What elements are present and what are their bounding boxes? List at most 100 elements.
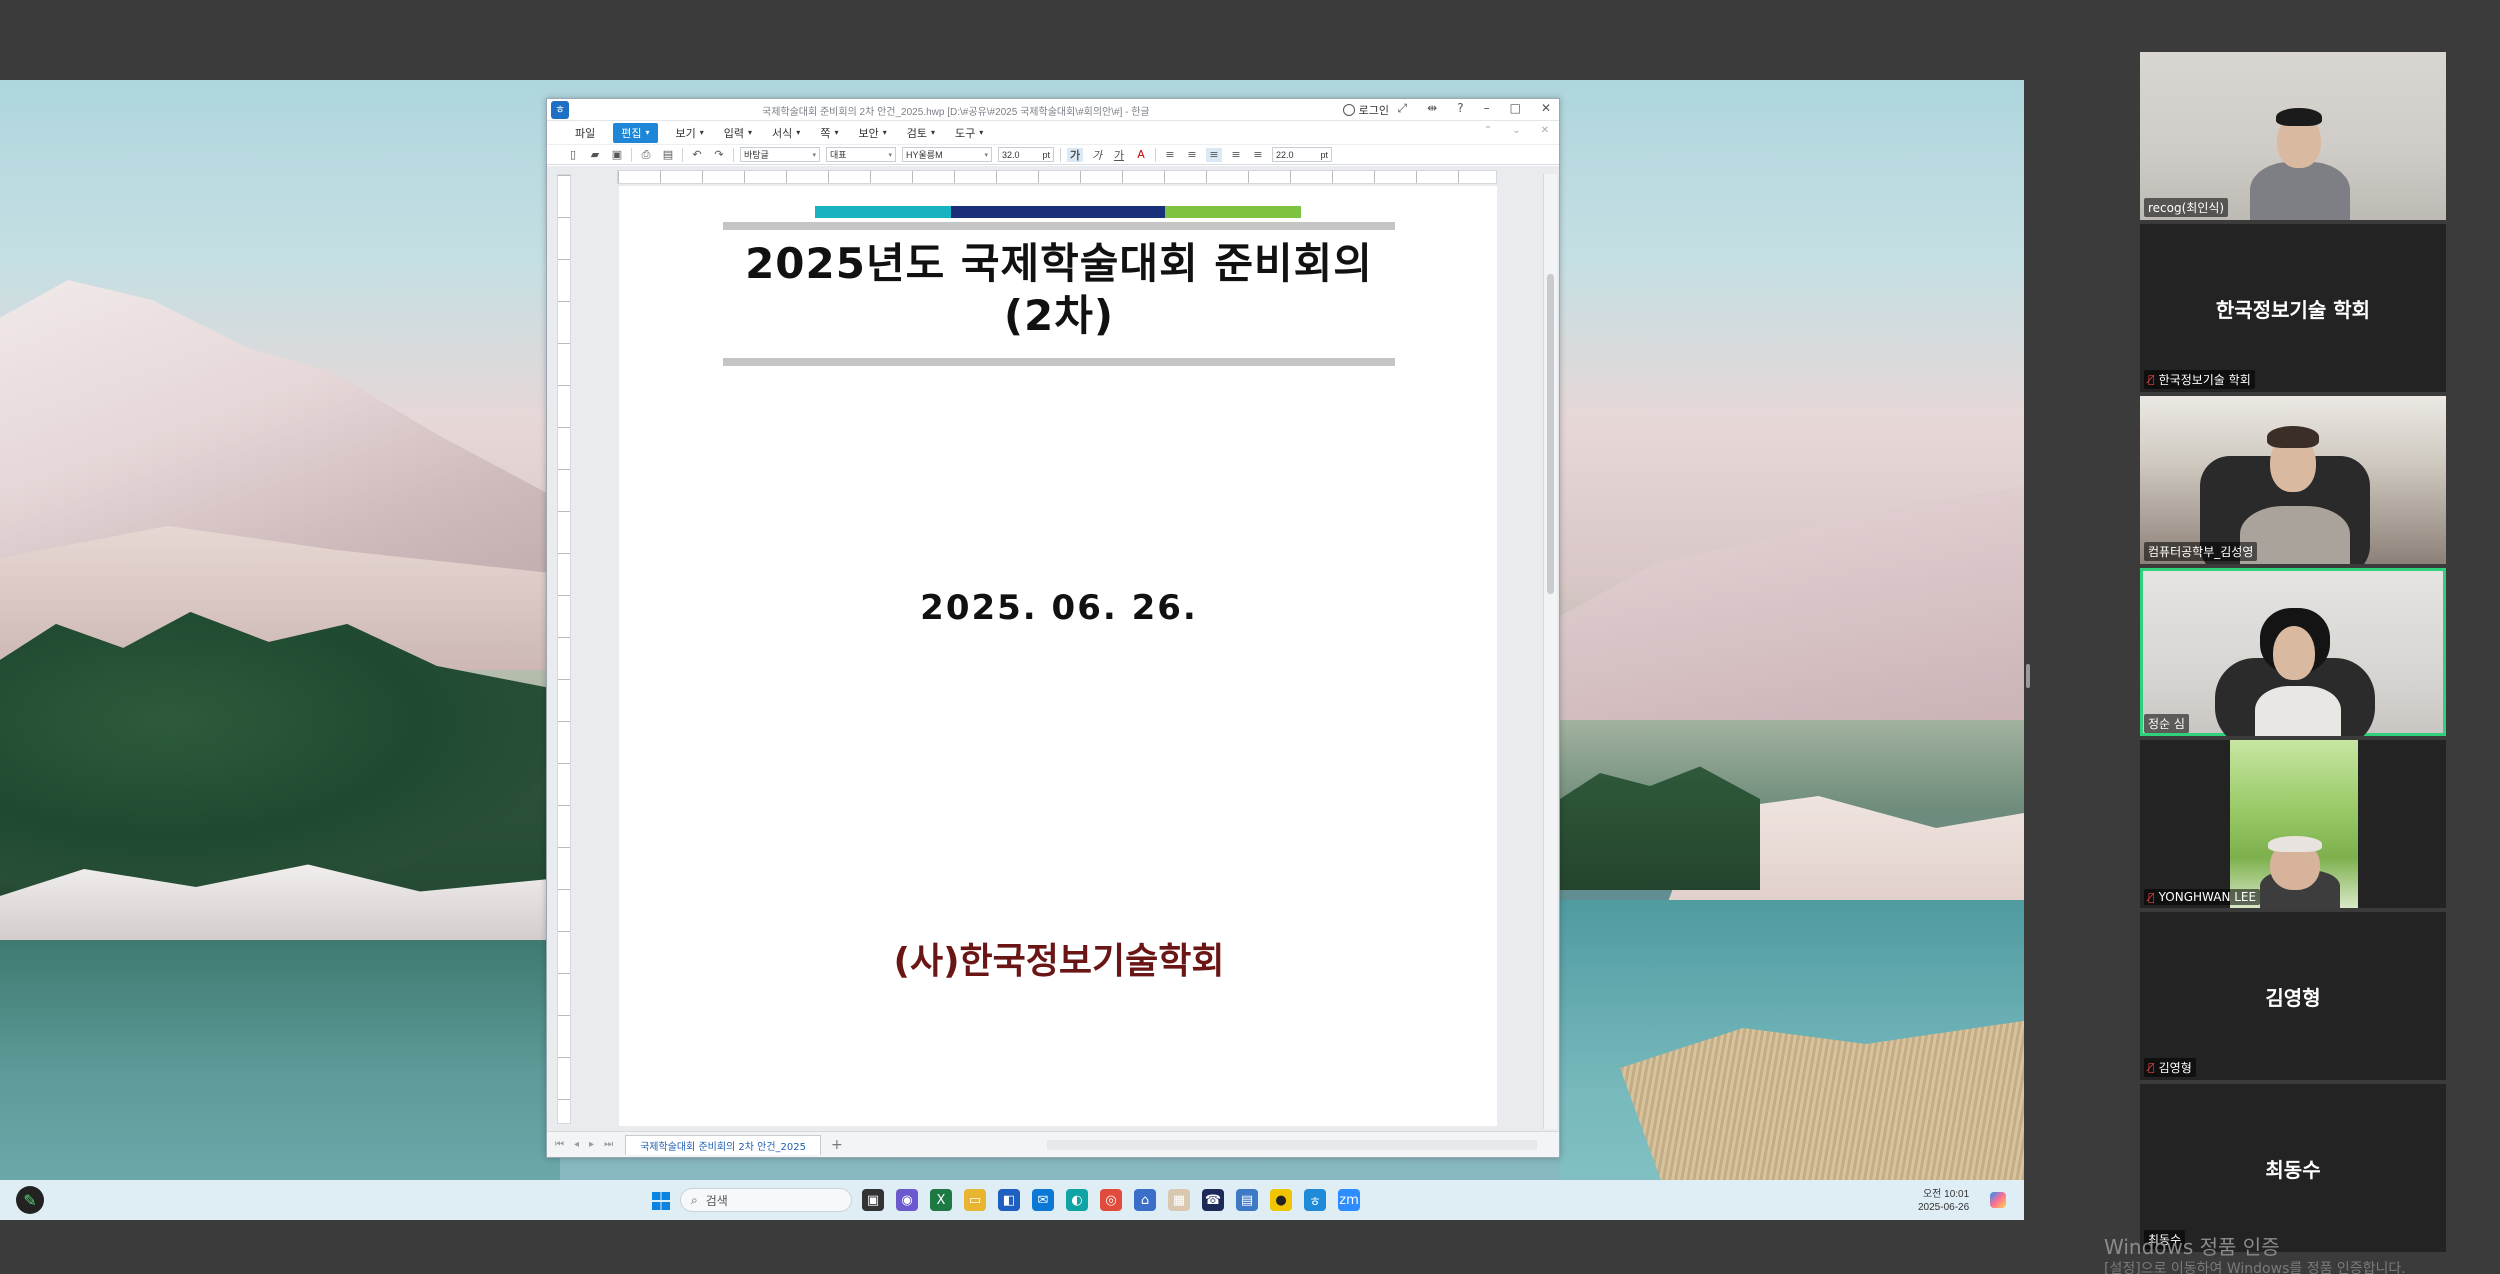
align-center-icon[interactable]: ≡ (1206, 147, 1222, 162)
font-color-icon[interactable]: A (1133, 148, 1149, 162)
participant-video (2267, 426, 2319, 448)
menu-review[interactable]: 검토 ▾ (897, 123, 945, 143)
participant-tile[interactable]: recog(최인식) (2140, 52, 2446, 220)
add-tab-button[interactable]: + (831, 1137, 843, 1153)
close-icon[interactable]: ✕ (1541, 101, 1551, 116)
undo-icon[interactable]: ↶ (689, 148, 705, 162)
help-icon[interactable]: ? (1457, 101, 1463, 116)
redo-icon[interactable]: ↷ (711, 148, 727, 162)
align-right-icon[interactable]: ≡ (1228, 148, 1244, 162)
document-tab[interactable]: 국제학술대회 준비회의 2차 안건_2025 (625, 1134, 822, 1155)
menu-page[interactable]: 쪽 ▾ (810, 123, 848, 143)
page-prev-icon[interactable]: ◂ (574, 1139, 579, 1150)
panel-splitter-handle[interactable] (2026, 664, 2030, 688)
task-view-icon[interactable]: ▣ (862, 1189, 884, 1211)
participant-video (2230, 740, 2358, 908)
taskbar-search-input[interactable]: ⌕ 검색 (680, 1188, 852, 1212)
language-select[interactable]: 대표 ▾ (826, 147, 896, 162)
login-label: 로그인 (1358, 104, 1389, 117)
chevron-down-icon: ▾ (984, 151, 988, 159)
font-size-input[interactable]: 32.0 pt (998, 147, 1054, 162)
mic-muted-icon: 🎙̸ (2148, 373, 2155, 386)
excel-icon[interactable]: X (930, 1189, 952, 1211)
vertical-scrollbar[interactable] (1543, 174, 1557, 1129)
taskbar-clock[interactable]: 오전 10:01 2025-06-26 (1918, 1188, 1969, 1214)
menu-file[interactable]: 파일 (565, 123, 605, 143)
chat-icon[interactable]: ◉ (896, 1189, 918, 1211)
align-left-icon[interactable]: ≡ (1184, 148, 1200, 162)
edge-icon[interactable]: ◐ (1066, 1189, 1088, 1211)
menu-tools[interactable]: 도구 ▾ (945, 123, 993, 143)
ribbon-collapse-icon[interactable]: ⌃ (1484, 125, 1492, 136)
kakaotalk-icon[interactable]: ● (1270, 1189, 1292, 1211)
menu-view[interactable]: 보기 ▾ (666, 123, 714, 143)
style-select[interactable]: 바탕글 ▾ (740, 147, 820, 162)
participant-name-label: 🎙̸ 김영형 (2144, 1058, 2196, 1077)
divider (733, 147, 734, 162)
document-title: 2025년도 국제학술대회 준비회의 (2차) (723, 238, 1395, 342)
mail-icon[interactable]: ✉ (1032, 1189, 1054, 1211)
copilot-icon[interactable] (1990, 1192, 2006, 1208)
wallpaper-forest-right (1560, 766, 1760, 890)
participant-display-name: 최동수 (2265, 1158, 2321, 1182)
chrome-icon[interactable]: ◎ (1100, 1189, 1122, 1211)
hangul-taskbar-icon[interactable]: ㅎ (1304, 1189, 1326, 1211)
home-app-icon[interactable]: ⌂ (1134, 1189, 1156, 1211)
login-button[interactable]: 로그인 (1342, 102, 1389, 118)
align-justify-icon[interactable]: ≡ (1162, 148, 1178, 162)
hwp-window[interactable]: ㅎ 국제학술대회 준비회의 2차 안건_2025.hwp [D:\#공유\#20… (546, 98, 1560, 1158)
windows-start-icon[interactable] (652, 1192, 670, 1210)
align-distribute-icon[interactable]: ≡ (1250, 148, 1266, 162)
participant-tile[interactable]: 최동수 최동수 (2140, 1084, 2446, 1252)
participant-tile[interactable]: 🎙̸ YONGHWAN LEE (2140, 740, 2446, 908)
page-last-icon[interactable]: ⏭ (604, 1139, 613, 1150)
page-next-icon[interactable]: ▸ (589, 1139, 594, 1150)
preview-icon[interactable]: ▤ (660, 148, 676, 162)
zoom-icon[interactable]: zm (1338, 1189, 1360, 1211)
maximize-icon[interactable]: □ (1510, 101, 1521, 116)
document-title-line1: 2025년도 국제학술대회 준비회의 (745, 239, 1373, 288)
page-first-icon[interactable]: ⏮ (555, 1139, 564, 1150)
participant-tile[interactable]: 김영형 🎙̸ 김영형 (2140, 912, 2446, 1080)
minimize-icon[interactable]: – (1484, 101, 1490, 116)
phone-icon[interactable]: ☎ (1202, 1189, 1224, 1211)
horizontal-scrollbar[interactable] (1047, 1140, 1537, 1150)
participant-name-label: 정순 심 (2144, 714, 2189, 733)
scroll-thumb[interactable] (1547, 274, 1554, 594)
file-explorer-icon[interactable]: ▭ (964, 1189, 986, 1211)
new-doc-icon[interactable]: ▯ (565, 148, 581, 162)
italic-button[interactable]: 가 (1089, 148, 1105, 162)
open-folder-icon[interactable]: ▰ (587, 148, 603, 162)
menu-edit[interactable]: 편집 ▾ (613, 122, 658, 143)
store-icon[interactable]: ◧ (998, 1189, 1020, 1211)
underline-button[interactable]: 가 (1111, 148, 1127, 162)
ribbon-expand-icon[interactable]: ⌄ (1512, 125, 1520, 136)
pen-annotate-icon[interactable]: ✎ (16, 1186, 44, 1214)
screen-app-icon[interactable]: ▤ (1236, 1189, 1258, 1211)
menu-insert[interactable]: 입력 ▾ (714, 123, 762, 143)
header-bar-green (1165, 206, 1301, 218)
print-icon[interactable]: ⎙ (638, 148, 654, 162)
menu-security[interactable]: 보안 ▾ (848, 123, 896, 143)
save-icon[interactable]: ▣ (609, 148, 625, 162)
participant-tile[interactable]: 컴퓨터공학부_김성영 (2140, 396, 2446, 564)
menu-format[interactable]: 서식 ▾ (762, 123, 810, 143)
hangul-app-icon[interactable]: ㅎ (551, 100, 569, 119)
format-toolbar: ▯ ▰ ▣ ⎙ ▤ ↶ ↷ 바탕글 ▾ 대표 ▾ HY울릉M ▾ 32.0 pt 가 가… (547, 145, 1559, 165)
participant-tile[interactable]: 한국정보기술 학회 🎙̸ 한국정보기술 학회 (2140, 224, 2446, 392)
horizontal-ruler[interactable] (617, 170, 1497, 184)
participant-tile-active-speaker[interactable]: 정순 심 (2140, 568, 2446, 736)
split-icon[interactable]: ⇹ (1427, 101, 1437, 116)
vertical-ruler[interactable] (557, 174, 571, 1124)
user-icon (1342, 104, 1355, 116)
doc-close-icon[interactable]: ✕ (1541, 125, 1549, 136)
line-spacing-input[interactable]: 22.0 pt (1272, 147, 1332, 162)
font-select[interactable]: HY울릉M ▾ (902, 147, 992, 162)
notepad-icon[interactable]: ▦ (1168, 1189, 1190, 1211)
document-page[interactable]: 2025년도 국제학술대회 준비회의 (2차) 2025. 06. 26. (사… (619, 186, 1497, 1126)
bold-button[interactable]: 가 (1067, 147, 1083, 162)
search-placeholder: 검색 (705, 1193, 728, 1208)
title-bar[interactable]: ㅎ 국제학술대회 준비회의 2차 안건_2025.hwp [D:\#공유\#20… (547, 99, 1559, 121)
fullscreen-icon[interactable]: ⤢ (1398, 101, 1408, 116)
participant-name-label: 컴퓨터공학부_김성영 (2144, 542, 2258, 561)
